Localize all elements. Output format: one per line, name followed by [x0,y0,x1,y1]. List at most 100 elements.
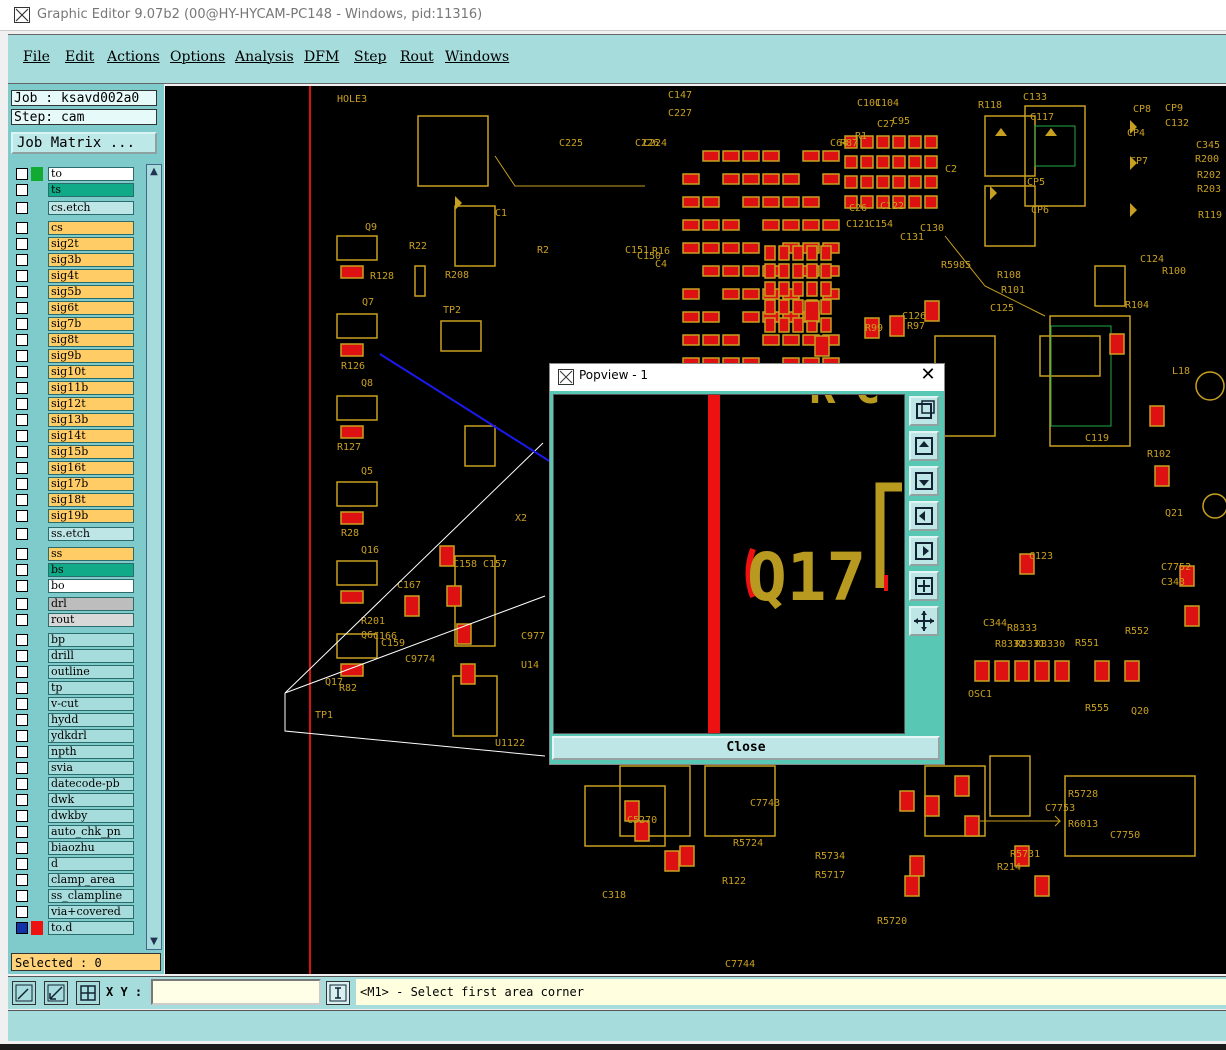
layer-color-swatch[interactable] [31,713,43,727]
layer-color-swatch[interactable] [31,397,43,411]
layer-row-sig4t[interactable]: sig4t [12,269,134,283]
menu-file[interactable]: File [23,49,50,65]
layer-name[interactable]: dwkby [48,809,134,823]
layer-checkbox[interactable] [16,254,28,266]
layer-name[interactable]: sig8t [48,333,134,347]
layer-color-swatch[interactable] [31,269,43,283]
layer-color-swatch[interactable] [31,613,43,627]
layer-checkbox[interactable] [16,890,28,902]
layer-row-v-cut[interactable]: v-cut [12,697,134,711]
layer-row-sig18t[interactable]: sig18t [12,493,134,507]
layer-name[interactable]: outline [48,665,134,679]
layer-checkbox[interactable] [16,446,28,458]
layer-name[interactable]: bo [48,579,134,593]
layer-row-sig13b[interactable]: sig13b [12,413,134,427]
layer-checkbox[interactable] [16,414,28,426]
layer-checkbox[interactable] [16,462,28,474]
layer-checkbox[interactable] [16,906,28,918]
layer-row-ss-etch[interactable]: ss.etch [12,527,134,541]
layer-color-swatch[interactable] [31,365,43,379]
layer-row-via-covered[interactable]: via+covered [12,905,134,919]
layer-name[interactable]: sig5b [48,285,134,299]
layer-color-swatch[interactable] [31,413,43,427]
layer-color-swatch[interactable] [31,649,43,663]
layer-checkbox[interactable] [16,580,28,592]
layer-row-sig8t[interactable]: sig8t [12,333,134,347]
layer-row-tp[interactable]: tp [12,681,134,695]
layer-row-sig19b[interactable]: sig19b [12,509,134,523]
layer-name[interactable]: to.d [48,921,134,935]
zoom-out-icon[interactable] [909,606,939,636]
layer-name[interactable]: to [48,167,134,181]
layer-checkbox[interactable] [16,528,28,540]
menu-analysis[interactable]: Analysis [235,49,294,65]
layer-name[interactable]: sig19b [48,509,134,523]
layer-checkbox[interactable] [16,222,28,234]
layer-color-swatch[interactable] [31,221,43,235]
layer-checkbox[interactable] [16,614,28,626]
layer-color-swatch[interactable] [31,905,43,919]
layer-color-swatch[interactable] [31,285,43,299]
layer-checkbox[interactable] [16,874,28,886]
job-matrix-button[interactable]: Job Matrix ... [11,132,157,154]
layer-color-swatch[interactable] [31,317,43,331]
layer-row-drl[interactable]: drl [12,597,134,611]
layer-name[interactable]: drl [48,597,134,611]
layer-name[interactable]: sig17b [48,477,134,491]
layer-checkbox[interactable] [16,238,28,250]
layer-name[interactable]: biaozhu [48,841,134,855]
layer-name[interactable]: sig12t [48,397,134,411]
layer-checkbox[interactable] [16,168,28,180]
layer-color-swatch[interactable] [31,857,43,871]
text-cursor-icon[interactable] [326,981,350,1005]
layer-color-swatch[interactable] [31,729,43,743]
layer-row-bp[interactable]: bp [12,633,134,647]
layer-row-sig6t[interactable]: sig6t [12,301,134,315]
layer-row-bo[interactable]: bo [12,579,134,593]
layer-row-npth[interactable]: npth [12,745,134,759]
pan-right-icon[interactable] [909,536,939,566]
layer-checkbox[interactable] [16,494,28,506]
layer-checkbox[interactable] [16,184,28,196]
popview-close-button[interactable]: Close [552,736,940,760]
layer-color-swatch[interactable] [31,509,43,523]
layer-row-sig16t[interactable]: sig16t [12,461,134,475]
layer-row-ts[interactable]: ts [12,183,134,197]
layer-name[interactable]: svia [48,761,134,775]
layer-checkbox[interactable] [16,598,28,610]
layer-color-swatch[interactable] [31,349,43,363]
layer-checkbox[interactable] [16,666,28,678]
layer-name[interactable]: rout [48,613,134,627]
layer-checkbox[interactable] [16,730,28,742]
layer-name[interactable]: datecode-pb [48,777,134,791]
xy-coordinate-input[interactable] [151,979,321,1005]
pan-down-icon[interactable] [909,466,939,496]
layer-row-d[interactable]: d [12,857,134,871]
layer-color-swatch[interactable] [31,793,43,807]
layer-name[interactable]: clamp_area [48,873,134,887]
layer-row-biaozhu[interactable]: biaozhu [12,841,134,855]
pan-up-icon[interactable] [909,431,939,461]
layer-color-swatch[interactable] [31,477,43,491]
layer-checkbox[interactable] [16,510,28,522]
layer-row-to[interactable]: to [12,167,134,181]
layer-color-swatch[interactable] [31,237,43,251]
layer-name[interactable]: sig9b [48,349,134,363]
layer-checkbox[interactable] [16,650,28,662]
layer-name[interactable]: sig7b [48,317,134,331]
layer-row-clamp-area[interactable]: clamp_area [12,873,134,887]
layer-checkbox[interactable] [16,302,28,314]
layer-color-swatch[interactable] [31,301,43,315]
layer-name[interactable]: hydd [48,713,134,727]
layer-name[interactable]: d [48,857,134,871]
layer-row-sig17b[interactable]: sig17b [12,477,134,491]
grid-icon[interactable] [76,981,100,1005]
layer-color-swatch[interactable] [31,445,43,459]
layer-color-swatch[interactable] [31,429,43,443]
layer-row-drill[interactable]: drill [12,649,134,663]
layer-checkbox[interactable] [16,714,28,726]
layer-checkbox[interactable] [16,842,28,854]
layer-name[interactable]: sig16t [48,461,134,475]
layer-row-dwkby[interactable]: dwkby [12,809,134,823]
layer-name[interactable]: ss.etch [48,527,134,541]
